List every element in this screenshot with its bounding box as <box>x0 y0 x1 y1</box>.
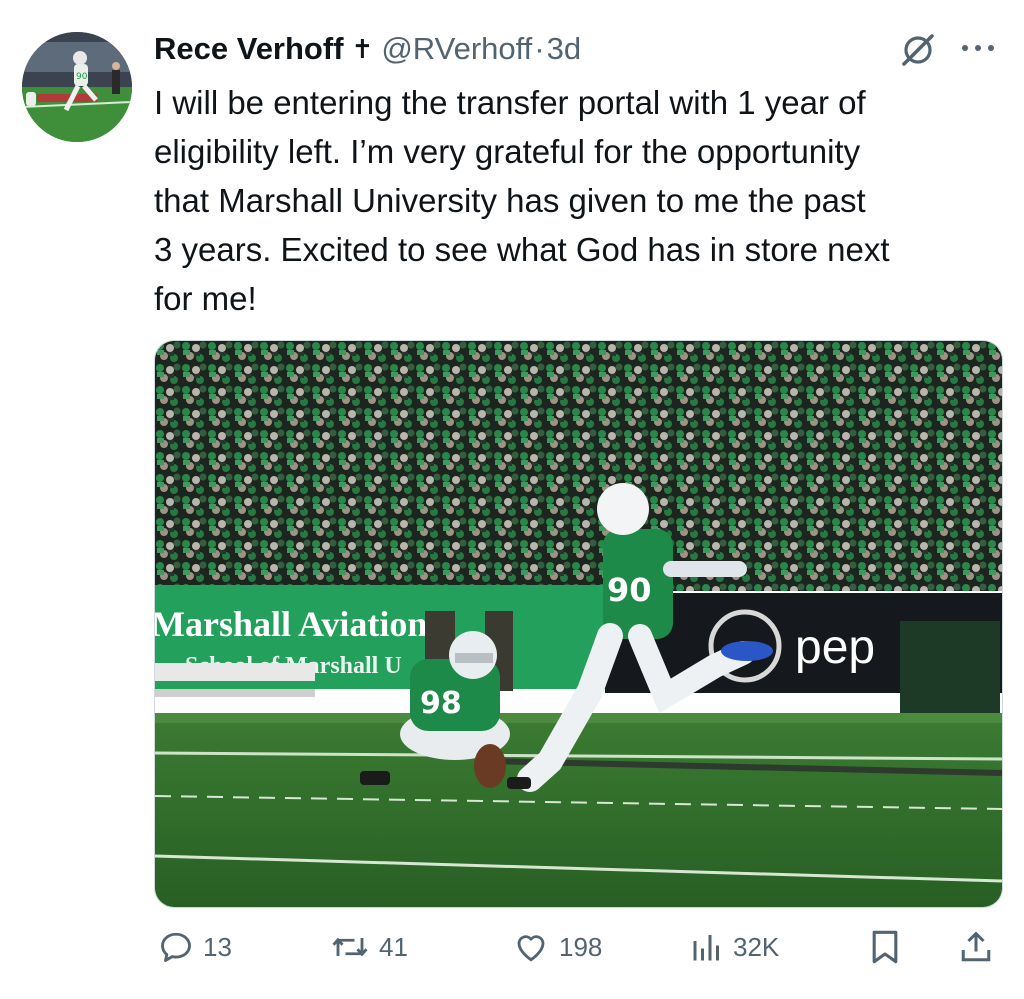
reply-icon <box>161 932 191 962</box>
photo-kicker-scene: Marshall Aviation School of Marshall U p… <box>155 341 1002 907</box>
like-icon <box>517 935 545 962</box>
tweet-text: I will be entering the transfer portal w… <box>154 84 890 317</box>
grok-icon[interactable] <box>898 30 938 70</box>
separator-dot: · <box>534 31 545 66</box>
bookmark-icon <box>872 930 898 964</box>
cross-emoji-icon: ✝ <box>351 33 374 64</box>
like-count: 198 <box>559 931 603 962</box>
banner-text-aviation: Marshall Aviation <box>155 604 427 644</box>
share-button[interactable] <box>958 922 994 972</box>
bookmark-button[interactable] <box>868 922 902 972</box>
kicker-jersey-number: 90 <box>607 571 652 609</box>
svg-text:90: 90 <box>76 72 88 82</box>
views-count: 32K <box>733 931 780 962</box>
repost-count: 41 <box>379 931 408 962</box>
holder-jersey-number: 98 <box>420 686 462 721</box>
sponsor-text: pep <box>795 621 875 674</box>
tweet-header: Rece Verhoff ✝ @RVerhoff · 3d <box>154 26 581 72</box>
action-bar: 13 41 198 32K <box>0 922 1024 972</box>
avatar-image: 90 <box>22 32 132 142</box>
avatar[interactable]: 90 <box>22 32 132 142</box>
timestamp[interactable]: 3d <box>547 31 581 67</box>
reply-button[interactable]: 13 <box>158 922 232 972</box>
author-name[interactable]: Rece Verhoff <box>154 31 344 67</box>
repost-icon <box>332 937 368 957</box>
like-button[interactable]: 198 <box>512 922 602 972</box>
reply-count: 13 <box>203 931 232 962</box>
share-icon <box>961 932 991 962</box>
views-icon <box>693 935 719 961</box>
views-button[interactable]: 32K <box>690 922 779 972</box>
tweet-photo[interactable]: Marshall Aviation School of Marshall U p… <box>154 340 1003 908</box>
more-icon[interactable] <box>958 40 998 56</box>
repost-button[interactable]: 41 <box>330 922 408 972</box>
author-handle[interactable]: @RVerhoff <box>381 31 532 67</box>
